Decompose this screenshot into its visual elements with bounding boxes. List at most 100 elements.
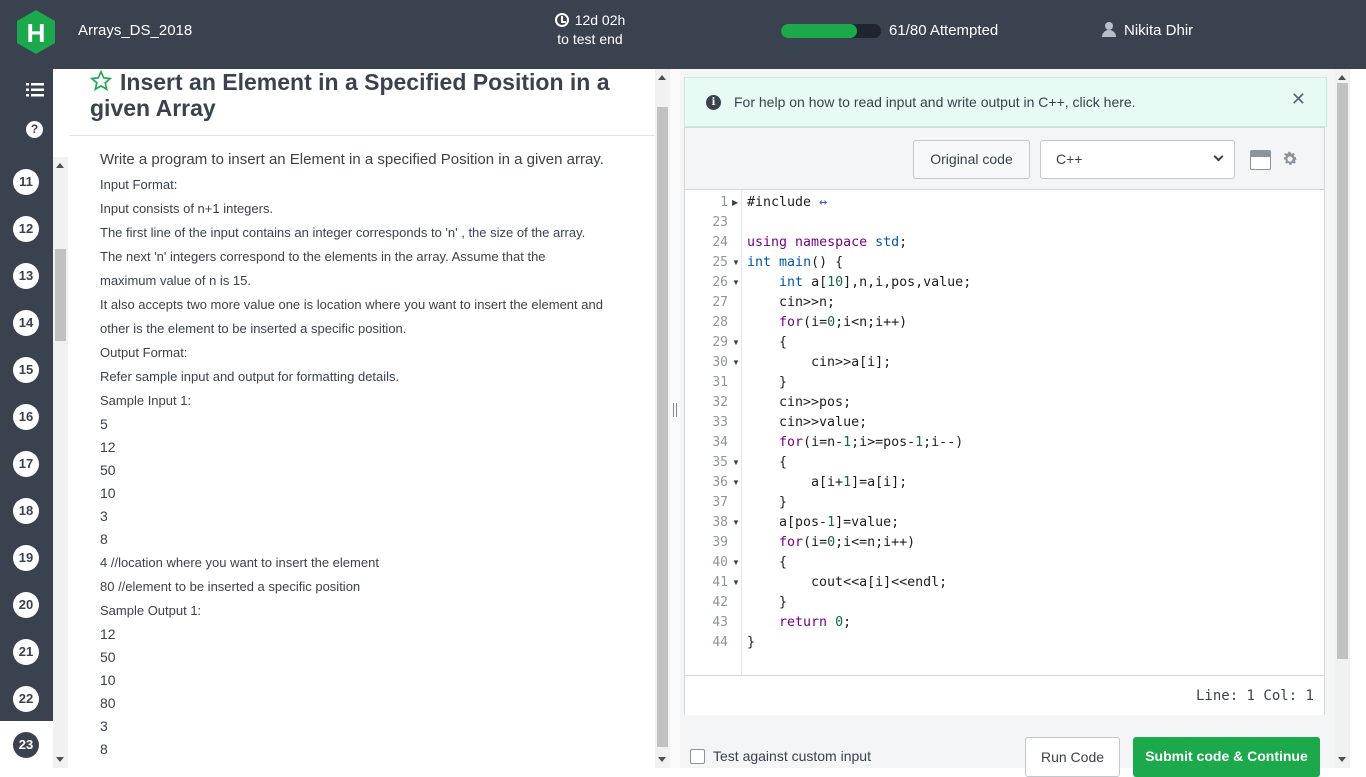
line-number: 35 — [712, 455, 728, 470]
question-nav-13[interactable]: 13 — [13, 263, 39, 289]
problem-title: Insert an Element in a Specified Positio… — [90, 69, 630, 121]
user-menu[interactable]: Nikita Dhir — [1102, 22, 1193, 39]
language-value: C++ — [1056, 151, 1083, 167]
question-nav-16[interactable]: 16 — [13, 404, 39, 430]
scroll-up-arrow-icon[interactable] — [56, 163, 64, 168]
question-nav-19[interactable]: 19 — [13, 545, 39, 571]
fold-collapse-icon[interactable]: ▼ — [732, 558, 740, 567]
code-line[interactable]: int a[10],n,i,pos,value; — [747, 275, 971, 290]
problem-title-text: Insert an Element in a Specified Positio… — [90, 69, 610, 121]
page-edge — [1350, 69, 1366, 768]
editor-status-bar: Line: 1 Col: 1 — [685, 675, 1324, 715]
run-code-button[interactable]: Run Code — [1025, 737, 1120, 777]
code-line[interactable]: { — [747, 555, 787, 570]
fullscreen-icon[interactable] — [1250, 150, 1271, 170]
code-line[interactable]: } — [747, 375, 787, 390]
code-line[interactable]: for(i=n-1;i>=pos-1;i--) — [747, 435, 963, 450]
scroll-up-arrow-icon[interactable] — [1338, 75, 1346, 80]
submit-code-button[interactable]: Submit code & Continue — [1133, 737, 1320, 777]
scrollbar-thumb[interactable] — [657, 107, 668, 747]
question-nav-18[interactable]: 18 — [13, 498, 39, 524]
code-line[interactable]: return 0; — [747, 615, 851, 630]
problem-scrollbar[interactable] — [655, 69, 670, 768]
contest-name[interactable]: Arrays_DS_2018 — [78, 22, 192, 39]
code-line[interactable]: } — [747, 595, 787, 610]
fold-collapse-icon[interactable]: ▼ — [732, 258, 740, 267]
fold-collapse-icon[interactable]: ▼ — [732, 358, 740, 367]
code-line[interactable]: } — [747, 495, 787, 510]
splitter-grip-icon[interactable] — [673, 403, 677, 417]
statement-line: 80 //element to be inserted a specific p… — [100, 579, 361, 594]
question-nav-15[interactable]: 15 — [13, 357, 39, 383]
sample-input-value: 10 — [100, 485, 116, 501]
gear-icon[interactable] — [1281, 150, 1299, 168]
line-number: 23 — [712, 215, 728, 230]
code-line[interactable]: } — [747, 635, 755, 650]
code-line[interactable]: int main() { — [747, 255, 843, 270]
scroll-up-arrow-icon[interactable] — [658, 75, 666, 80]
scroll-down-arrow-icon[interactable] — [658, 757, 666, 762]
code-line[interactable]: cin>>pos; — [747, 395, 851, 410]
question-list-icon[interactable] — [26, 83, 44, 97]
code-line[interactable]: { — [747, 455, 787, 470]
sample-input-value: 5 — [100, 416, 108, 432]
close-icon[interactable]: ✕ — [1291, 89, 1306, 110]
scrollbar-thumb[interactable] — [1337, 83, 1348, 659]
question-nav-14[interactable]: 14 — [13, 310, 39, 336]
code-line[interactable]: cin>>a[i]; — [747, 355, 891, 370]
fold-collapse-icon[interactable]: ▼ — [732, 478, 740, 487]
code-editor[interactable]: 1 ▶ 23 24 25 ▼ 26 ▼ 27 28 29 ▼ 30 ▼ 31 32 33 34 35 ▼ 36 ▼ 37 38… — [685, 190, 1324, 675]
code-line[interactable]: using namespace std; — [747, 235, 907, 250]
sample-output-value: 3 — [100, 718, 108, 734]
timer-value: 12d 02h — [574, 12, 626, 28]
bookmark-star-icon[interactable] — [90, 70, 112, 92]
code-line[interactable]: cin>>value; — [747, 415, 867, 430]
pane-splitter[interactable] — [670, 69, 680, 768]
scroll-down-arrow-icon[interactable] — [56, 757, 64, 762]
sample-output-value: 12 — [100, 626, 116, 642]
sample-output-value: 10 — [100, 672, 116, 688]
statement-scrollbar[interactable] — [53, 157, 68, 768]
code-line[interactable]: { — [747, 335, 787, 350]
question-nav-12[interactable]: 12 — [13, 216, 39, 242]
statement-line: 4 //location where you want to insert th… — [100, 555, 379, 570]
code-line[interactable]: cin>>n; — [747, 295, 835, 310]
scrollbar-thumb[interactable] — [55, 249, 66, 341]
io-help-link[interactable]: For help on how to read input and write … — [734, 94, 1136, 110]
question-nav-23[interactable]: 23 — [13, 732, 39, 758]
hackerrank-logo[interactable]: H — [15, 9, 57, 55]
sample-input-value: 50 — [100, 462, 116, 478]
scroll-down-arrow-icon[interactable] — [1338, 757, 1346, 762]
fold-collapse-icon[interactable]: ▼ — [732, 518, 740, 527]
fold-collapse-icon[interactable]: ▼ — [732, 578, 740, 587]
sample-output-value: 8 — [100, 741, 108, 757]
code-line[interactable]: for(i=0;i<n;i++) — [747, 315, 907, 330]
code-line[interactable]: a[i+1]=a[i]; — [747, 475, 907, 490]
code-line[interactable]: a[pos-1]=value; — [747, 515, 899, 530]
page-scrollbar[interactable] — [1335, 69, 1350, 768]
language-select[interactable]: C++ — [1040, 140, 1235, 179]
custom-input-label[interactable]: Test against custom input — [713, 748, 871, 764]
line-number: 27 — [712, 295, 728, 310]
original-code-button[interactable]: Original code — [913, 140, 1030, 179]
question-nav-20[interactable]: 20 — [13, 592, 39, 618]
custom-input-checkbox[interactable] — [690, 749, 705, 764]
fold-expand-icon[interactable]: ▶ — [732, 198, 738, 207]
question-nav-17[interactable]: 17 — [13, 451, 39, 477]
statement-line: Input consists of n+1 integers. — [100, 201, 274, 216]
code-line[interactable]: cout<<a[i]<<endl; — [747, 575, 947, 590]
sample-input-value: 12 — [100, 439, 116, 455]
statement-line: Output Format: — [100, 345, 188, 360]
top-bar: H Arrays_DS_2018 12d 02h to test end 61/… — [0, 0, 1366, 69]
code-line[interactable]: #include ↔ — [747, 195, 827, 210]
question-nav-22[interactable]: 22 — [13, 686, 39, 712]
help-icon[interactable]: ? — [26, 121, 43, 138]
fold-collapse-icon[interactable]: ▼ — [732, 278, 740, 287]
submit-bar: Test against custom input Run Code Submi… — [684, 730, 1334, 777]
question-nav-21[interactable]: 21 — [13, 639, 39, 665]
fold-collapse-icon[interactable]: ▼ — [732, 338, 740, 347]
line-number: 44 — [712, 635, 728, 650]
code-line[interactable]: for(i=0;i<=n;i++) — [747, 535, 915, 550]
fold-collapse-icon[interactable]: ▼ — [732, 458, 740, 467]
question-nav-11[interactable]: 11 — [13, 169, 39, 195]
